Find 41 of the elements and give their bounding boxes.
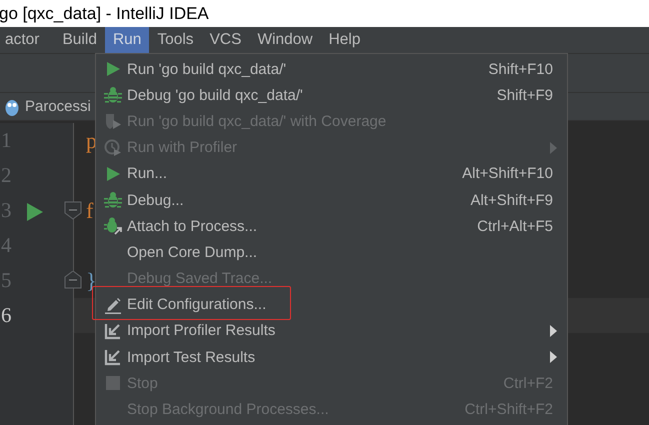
shortcut-text: Shift+F10 xyxy=(488,60,553,78)
import-arrow-icon xyxy=(104,348,122,366)
bug-icon xyxy=(104,86,122,104)
fold-marker-icon[interactable] xyxy=(64,201,82,220)
menu-item[interactable]: Run 'go build qxc_data/' Shift+F10 xyxy=(96,56,567,82)
pencil-icon xyxy=(104,296,122,314)
menu-item[interactable]: Import Profiler Results xyxy=(96,318,567,344)
menu-bar-item[interactable]: Window xyxy=(249,27,321,53)
import-arrow-icon xyxy=(104,322,122,340)
bug-arrow-icon xyxy=(104,217,122,236)
stop-icon xyxy=(106,376,120,390)
play-icon[interactable] xyxy=(27,203,43,221)
clock-play-icon xyxy=(104,138,122,157)
shortcut-text: Shift+F9 xyxy=(496,86,553,104)
window-title: go [qxc_data] - IntelliJ IDEA xyxy=(0,4,209,24)
fold-marker-icon[interactable] xyxy=(64,271,82,290)
shortcut-text: Ctrl+Alt+F5 xyxy=(477,218,553,235)
menu-item[interactable]: Attach to Process... Ctrl+Alt+F5 xyxy=(96,213,567,240)
code-text: } xyxy=(86,268,97,294)
menu-item[interactable]: Debug... Alt+Shift+F9 xyxy=(96,186,567,214)
shield-play-icon xyxy=(104,112,122,130)
play-icon xyxy=(104,166,120,182)
menu-item[interactable]: Open Core Dump... xyxy=(96,239,567,266)
shortcut-text: Alt+Shift+F10 xyxy=(462,165,553,182)
code-text: f xyxy=(86,198,94,224)
menu-bar-item[interactable]: Tools xyxy=(149,27,202,53)
menu-bar-item[interactable]: actor xyxy=(0,27,54,53)
menu-bar-item[interactable]: Build xyxy=(54,27,105,53)
bug-icon xyxy=(104,191,122,210)
menu-bar-item[interactable]: Run xyxy=(104,27,150,53)
menu-item[interactable]: Debug 'go build qxc_data/' Shift+F9 xyxy=(96,82,567,108)
menu-item[interactable]: Edit Configurations... xyxy=(96,292,567,318)
line-number: 6 xyxy=(1,303,12,328)
menu-bar-item[interactable]: Help xyxy=(320,27,368,53)
shortcut-text: Alt+Shift+F9 xyxy=(470,192,553,209)
menu-item[interactable]: Run... Alt+Shift+F10 xyxy=(96,160,567,187)
editor-tab[interactable]: Parocessi xyxy=(0,93,91,120)
menu-bar-item[interactable]: VCS xyxy=(202,27,250,53)
play-icon xyxy=(104,61,120,78)
menu-item[interactable]: Import Test Results xyxy=(96,344,567,370)
gopher-icon xyxy=(5,98,19,116)
